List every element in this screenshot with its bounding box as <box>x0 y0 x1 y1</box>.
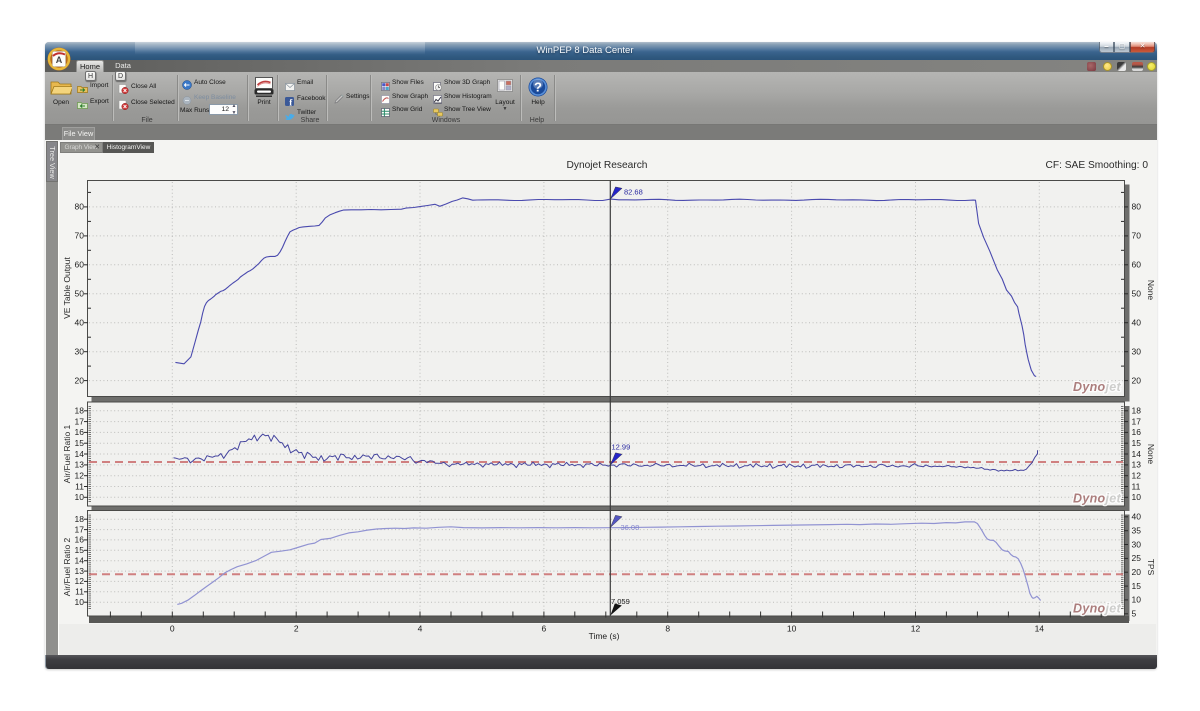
svg-text:40: 40 <box>1132 512 1142 522</box>
svg-text:15: 15 <box>75 438 85 448</box>
svg-text:Dynojet: Dynojet <box>1073 380 1121 394</box>
svg-text:15: 15 <box>1132 581 1142 591</box>
svg-text:6: 6 <box>542 624 547 634</box>
svg-text:CF: SAE Smoothing: 0: CF: SAE Smoothing: 0 <box>1046 160 1149 171</box>
svg-text:18: 18 <box>75 406 85 416</box>
svg-text:10: 10 <box>1132 492 1142 502</box>
svg-text:11: 11 <box>75 587 84 597</box>
svg-text:17: 17 <box>75 524 85 534</box>
svg-text:VE Table Output: VE Table Output <box>62 256 72 318</box>
svg-text:13: 13 <box>1132 460 1142 470</box>
svg-text:12: 12 <box>1132 471 1142 481</box>
svg-text:18: 18 <box>75 514 85 524</box>
svg-text:16: 16 <box>75 535 85 545</box>
svg-text:13: 13 <box>75 566 85 576</box>
svg-text:30: 30 <box>1132 539 1142 549</box>
svg-text:30: 30 <box>1132 347 1142 357</box>
svg-text:40: 40 <box>75 318 85 328</box>
svg-text:20: 20 <box>75 375 85 385</box>
svg-text:18: 18 <box>1132 406 1142 416</box>
svg-text:36.08: 36.08 <box>621 523 640 532</box>
svg-text:60: 60 <box>1132 260 1142 270</box>
svg-text:50: 50 <box>1132 289 1142 299</box>
svg-text:16: 16 <box>75 427 85 437</box>
svg-text:Air/Fuel Ratio 2: Air/Fuel Ratio 2 <box>62 537 72 596</box>
svg-text:11: 11 <box>1132 481 1141 491</box>
svg-text:15: 15 <box>75 545 85 555</box>
svg-text:Dynojet: Dynojet <box>1073 602 1121 616</box>
svg-text:4: 4 <box>418 624 423 634</box>
svg-text:10: 10 <box>75 492 85 502</box>
svg-text:12: 12 <box>75 576 85 586</box>
svg-text:20: 20 <box>1132 375 1142 385</box>
svg-text:11: 11 <box>75 481 84 491</box>
svg-text:17: 17 <box>1132 416 1142 426</box>
svg-text:None: None <box>1146 444 1156 465</box>
svg-text:16: 16 <box>1132 427 1142 437</box>
svg-text:Dynojet: Dynojet <box>1073 492 1121 506</box>
svg-text:12: 12 <box>911 624 921 634</box>
svg-text:14: 14 <box>1132 449 1142 459</box>
svg-text:Dynojet Research: Dynojet Research <box>567 160 648 171</box>
svg-text:10: 10 <box>75 597 85 607</box>
svg-text:20: 20 <box>1132 567 1142 577</box>
svg-text:15: 15 <box>1132 438 1142 448</box>
svg-text:2: 2 <box>294 624 299 634</box>
svg-text:7.059: 7.059 <box>611 597 630 606</box>
svg-text:12.99: 12.99 <box>612 443 631 452</box>
svg-text:70: 70 <box>75 231 85 241</box>
svg-text:None: None <box>1146 280 1156 301</box>
svg-text:17: 17 <box>75 416 85 426</box>
svg-text:50: 50 <box>75 289 85 299</box>
svg-text:Time (s): Time (s) <box>589 631 620 641</box>
svg-text:30: 30 <box>75 347 85 357</box>
svg-text:80: 80 <box>1132 202 1142 212</box>
svg-text:14: 14 <box>75 449 85 459</box>
svg-text:25: 25 <box>1132 553 1142 563</box>
svg-text:82.68: 82.68 <box>624 188 643 197</box>
svg-text:A: A <box>56 55 63 65</box>
svg-text:5: 5 <box>1132 609 1137 619</box>
svg-text:40: 40 <box>1132 318 1142 328</box>
svg-text:12: 12 <box>75 471 85 481</box>
svg-text:70: 70 <box>1132 231 1142 241</box>
svg-text:TPS: TPS <box>1146 559 1156 576</box>
svg-text:13: 13 <box>75 460 85 470</box>
svg-text:10: 10 <box>787 624 797 634</box>
svg-text:0: 0 <box>170 624 175 634</box>
svg-text:Air/Fuel Ratio 1: Air/Fuel Ratio 1 <box>62 424 72 483</box>
svg-text:35: 35 <box>1132 526 1142 536</box>
svg-text:80: 80 <box>75 202 85 212</box>
svg-text:14: 14 <box>1035 624 1045 634</box>
svg-text:8: 8 <box>665 624 670 634</box>
svg-text:14: 14 <box>75 556 85 566</box>
svg-text:10: 10 <box>1132 595 1142 605</box>
svg-text:60: 60 <box>75 260 85 270</box>
